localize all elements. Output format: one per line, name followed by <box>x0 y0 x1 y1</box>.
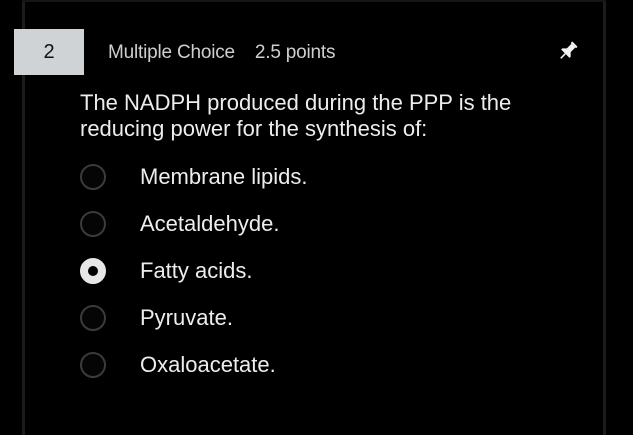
option-label: Fatty acids. <box>140 258 253 283</box>
radio-button[interactable] <box>80 352 106 378</box>
radio-button[interactable] <box>80 305 106 331</box>
option-oxaloacetate[interactable]: Oxaloacetate. <box>80 350 276 380</box>
option-fatty-acids[interactable]: Fatty acids. <box>80 256 252 286</box>
pin-icon-graphic <box>560 41 578 59</box>
option-label: Acetaldehyde. <box>140 211 280 236</box>
option-label: Oxaloacetate. <box>140 352 276 377</box>
question-card: 2 Multiple Choice 2.5 points The NADPH pr… <box>0 0 633 435</box>
option-pyruvate[interactable]: Pyruvate. <box>80 303 233 333</box>
radio-button[interactable] <box>80 211 106 237</box>
pin-icon[interactable] <box>555 38 581 64</box>
option-label: Membrane lipids. <box>140 164 308 189</box>
option-membrane-lipids[interactable]: Membrane lipids. <box>80 162 308 192</box>
option-label: Pyruvate. <box>140 305 233 330</box>
radio-button[interactable] <box>80 164 106 190</box>
question-points: 2.5 points <box>254 42 336 63</box>
question-number: 2 <box>14 29 84 75</box>
radio-button-selected[interactable] <box>80 258 106 284</box>
option-acetaldehyde[interactable]: Acetaldehyde. <box>80 209 279 239</box>
question-meta: Multiple Choice 2.5 points <box>108 42 336 64</box>
question-type: Multiple Choice <box>108 42 235 63</box>
question-text: The NADPH produced during the PPP is the… <box>80 90 512 141</box>
